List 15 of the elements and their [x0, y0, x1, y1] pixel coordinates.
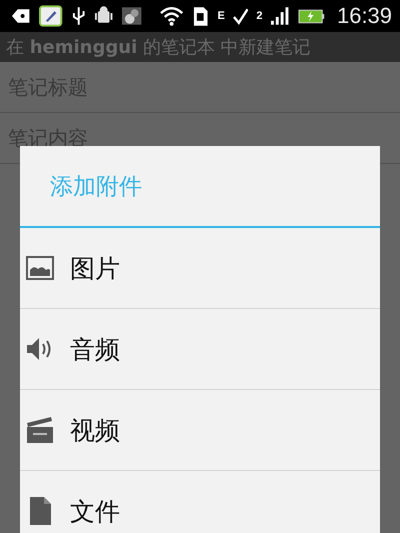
menu-item[interactable]: 视频 [20, 390, 380, 471]
signal-icon [270, 5, 290, 27]
menu-item[interactable]: 文件 [20, 471, 380, 533]
sim-slot-text: 2 [256, 10, 262, 22]
dialog-title: 添加附件 [50, 172, 142, 202]
usb-icon [70, 5, 86, 27]
sim-card-icon [192, 5, 210, 27]
menu-item[interactable]: 音频 [20, 309, 380, 390]
network-type-text: E [217, 10, 225, 22]
clapperboard-icon [24, 414, 56, 446]
pen-icon [39, 5, 63, 27]
menu-item[interactable]: 图片 [20, 228, 380, 309]
wifi-icon [158, 5, 184, 27]
clock-text: 16:39 [336, 3, 392, 29]
screen-title: 在 heminggui 的笔记本 中新建笔记 [6, 36, 311, 59]
